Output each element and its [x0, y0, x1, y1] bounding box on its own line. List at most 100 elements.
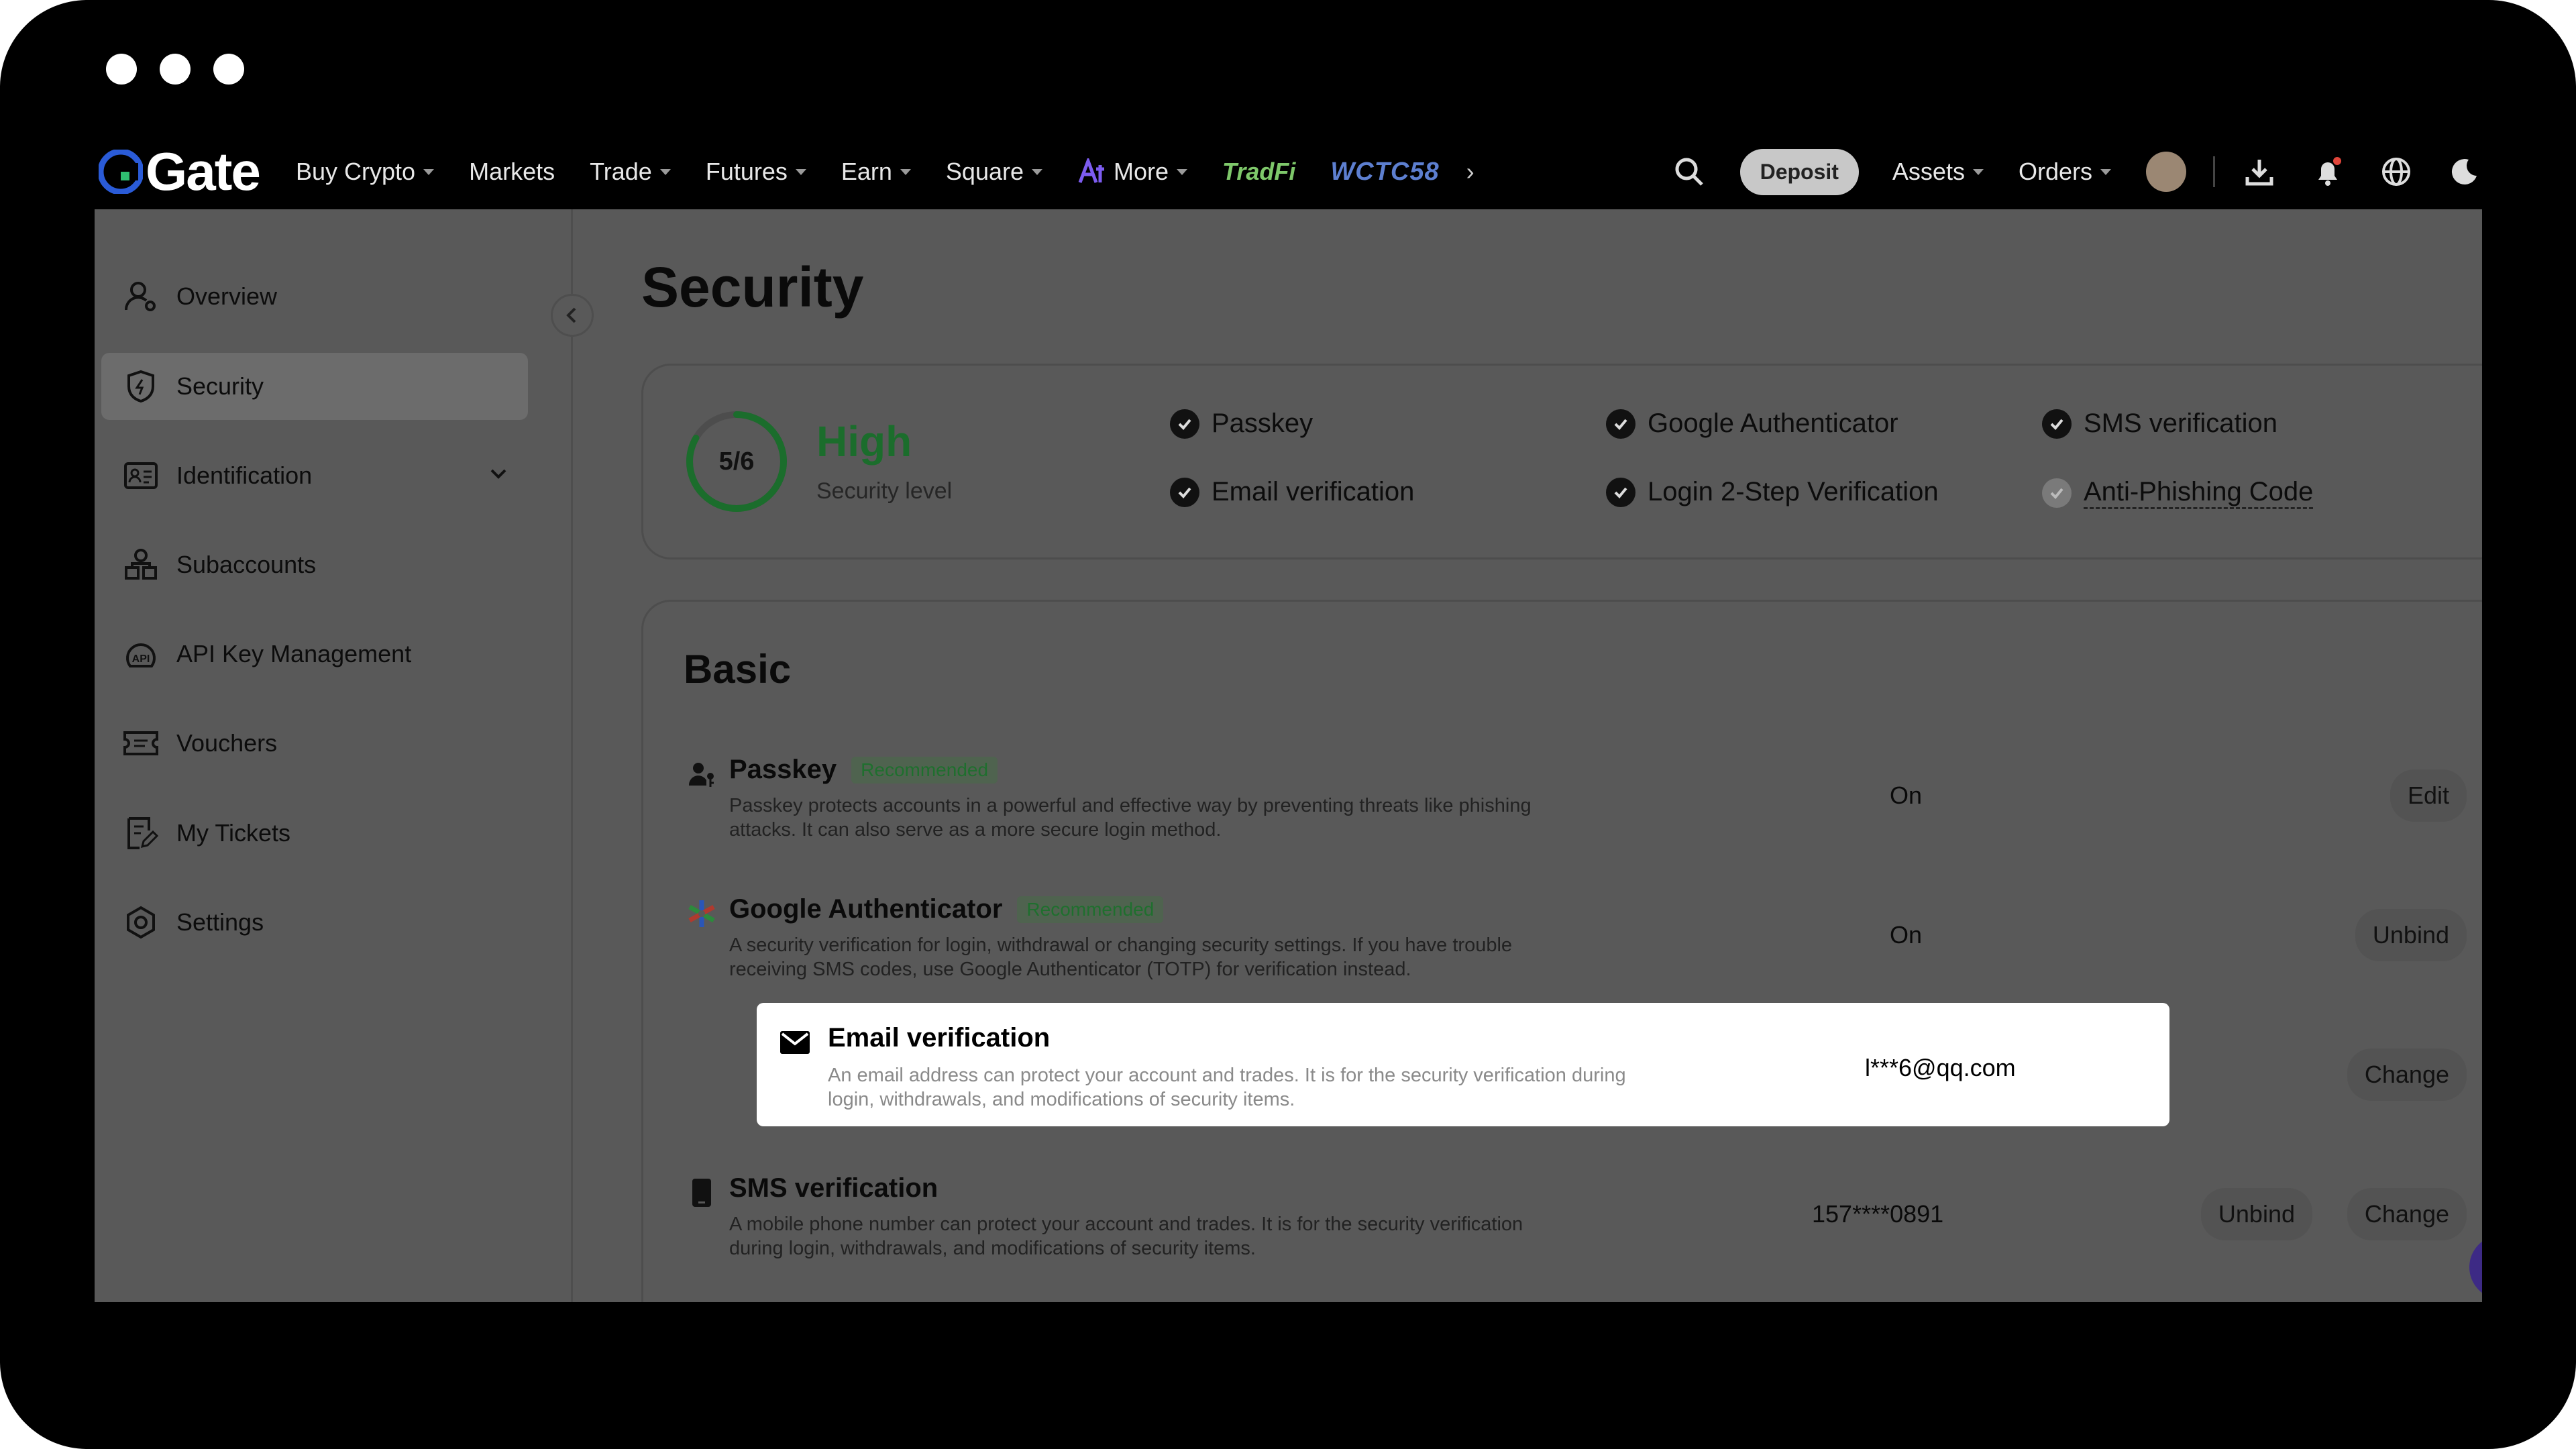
sidebar-item-identification[interactable]: Identification — [101, 442, 528, 509]
settings-icon — [121, 903, 160, 942]
sidebar-item-subaccounts[interactable]: Subaccounts — [101, 531, 528, 598]
caret-down-icon — [1177, 168, 1188, 175]
row-title: Passkey Recommended — [729, 755, 998, 785]
nav-buy-crypto[interactable]: Buy Crypto — [296, 158, 435, 186]
nav-markets[interactable]: Markets — [469, 158, 555, 186]
check-label: Google Authenticator — [1648, 409, 1898, 438]
recommended-badge: Recommended — [851, 756, 998, 784]
caret-down-icon — [900, 168, 911, 175]
row-title: Google Authenticator Recommended — [729, 894, 1164, 924]
unbind-button[interactable]: Unbind — [2200, 1188, 2312, 1240]
gate-logo[interactable]: Gate — [99, 142, 261, 201]
device-frame: Gate Buy Crypto Markets Trade Futures Ea… — [0, 0, 2576, 1449]
authenticator-icon — [686, 898, 717, 929]
nav-more[interactable]: More — [1077, 158, 1188, 186]
nav-orders[interactable]: Orders — [2019, 158, 2111, 186]
check-circle-icon — [1170, 409, 1199, 439]
row-status: 157****0891 — [1812, 1200, 1944, 1228]
chevron-right-icon[interactable]: › — [1466, 158, 1474, 186]
check-login-2-step: Login 2-Step Verification — [1606, 477, 1939, 507]
download-icon[interactable] — [2242, 154, 2277, 189]
nav-assets[interactable]: Assets — [1892, 158, 1984, 186]
caret-down-icon — [1972, 168, 1984, 175]
check-passkey: Passkey — [1170, 409, 1313, 439]
ticket-icon — [121, 814, 160, 853]
check-label: Email verification — [1212, 477, 1415, 506]
caret-down-icon — [2100, 168, 2111, 175]
ai-icon — [1078, 158, 1105, 183]
check-circle-icon — [2042, 478, 2072, 508]
check-circle-icon — [1606, 409, 1635, 439]
row-google-authenticator: Google Authenticator Recommended A securi… — [643, 871, 2482, 999]
check-label: Login 2-Step Verification — [1648, 477, 1939, 506]
sidebar-item-overview[interactable]: Overview — [101, 263, 528, 330]
sidebar-item-security[interactable]: Security — [101, 353, 528, 420]
nav-trade[interactable]: Trade — [590, 158, 671, 186]
window-dot — [213, 54, 244, 85]
security-score: 5/6 — [718, 447, 755, 476]
nav-label: Earn — [841, 158, 892, 185]
row-description: A security verification for login, withd… — [729, 934, 1513, 980]
check-email-verification: Email verification — [1170, 477, 1414, 507]
sidebar-item-label: Identification — [176, 462, 313, 489]
page-body: Overview Security Identification Subacco… — [95, 209, 2482, 1302]
svg-text:API: API — [132, 653, 150, 665]
sidebar-item-api-key[interactable]: API API Key Management — [101, 621, 528, 688]
nav-right: Deposit Assets Orders — [1672, 134, 2482, 209]
nav-label: Orders — [2018, 158, 2092, 185]
sidebar-item-label: Overview — [176, 282, 278, 310]
page-title: Security — [641, 256, 864, 319]
check-anti-phishing-code[interactable]: Anti-Phishing Code — [2042, 477, 2314, 509]
nav-tradfi[interactable]: TradFi — [1222, 158, 1295, 186]
sidebar-item-my-tickets[interactable]: My Tickets — [101, 800, 528, 867]
edit-button[interactable]: Edit — [2390, 769, 2467, 822]
bell-icon[interactable] — [2310, 154, 2345, 189]
id-card-icon — [121, 456, 160, 495]
row-email-verification: Email verification An email address can … — [757, 1003, 2169, 1126]
unbind-button[interactable]: Unbind — [2355, 909, 2467, 961]
deposit-button[interactable]: Deposit — [1739, 148, 1859, 195]
sidebar-item-label: API Key Management — [176, 640, 412, 667]
check-google-authenticator: Google Authenticator — [1606, 409, 1898, 439]
sidebar-item-label: Subaccounts — [176, 551, 317, 578]
nav-square[interactable]: Square — [946, 158, 1043, 186]
dark-mode-icon[interactable] — [2447, 154, 2482, 189]
nav-futures[interactable]: Futures — [706, 158, 806, 186]
sidebar: Overview Security Identification Subacco… — [95, 209, 573, 1302]
sidebar-item-vouchers[interactable]: Vouchers — [101, 710, 528, 777]
avatar[interactable] — [2146, 152, 2186, 192]
search-icon[interactable] — [1672, 154, 1707, 189]
sidebar-item-settings[interactable]: Settings — [101, 889, 528, 956]
nav-label: Trade — [590, 158, 652, 185]
row-status: On — [1890, 921, 1923, 949]
brand-name: Gate — [146, 142, 261, 201]
nav-wctc-logo[interactable]: WCTC58 — [1330, 158, 1439, 186]
row-status: On — [1890, 782, 1923, 809]
caret-down-icon — [659, 168, 671, 175]
check-label: Passkey — [1212, 409, 1313, 438]
nav-label: More — [1114, 158, 1169, 185]
row-sms-verification: SMS verification A mobile phone number c… — [643, 1150, 2482, 1278]
caret-down-icon — [1032, 168, 1043, 175]
sidebar-item-label: Settings — [176, 908, 264, 936]
row-description: An email address can protect your accoun… — [828, 1065, 1626, 1110]
change-button[interactable]: Change — [2347, 1188, 2467, 1240]
security-summary-card: 5/6 High Security level Passkey Google A… — [641, 364, 2482, 559]
nav-label: Futures — [705, 158, 788, 185]
user-icon — [121, 277, 160, 316]
gate-logo-icon — [99, 150, 143, 194]
voucher-icon — [121, 724, 160, 763]
mail-icon — [780, 1027, 810, 1058]
change-button[interactable]: Change — [2347, 1049, 2467, 1101]
phone-icon — [686, 1177, 717, 1208]
nav-label: Markets — [469, 158, 555, 185]
row-description: A mobile phone number can protect your a… — [729, 1214, 1523, 1259]
caret-down-icon — [795, 168, 806, 175]
check-label: SMS verification — [2084, 409, 2277, 438]
api-icon: API — [121, 635, 160, 674]
security-level: High — [816, 417, 912, 466]
globe-icon[interactable] — [2379, 154, 2414, 189]
check-label: Anti-Phishing Code — [2084, 477, 2314, 509]
nav-earn[interactable]: Earn — [841, 158, 911, 186]
chevron-down-icon[interactable] — [489, 468, 508, 484]
